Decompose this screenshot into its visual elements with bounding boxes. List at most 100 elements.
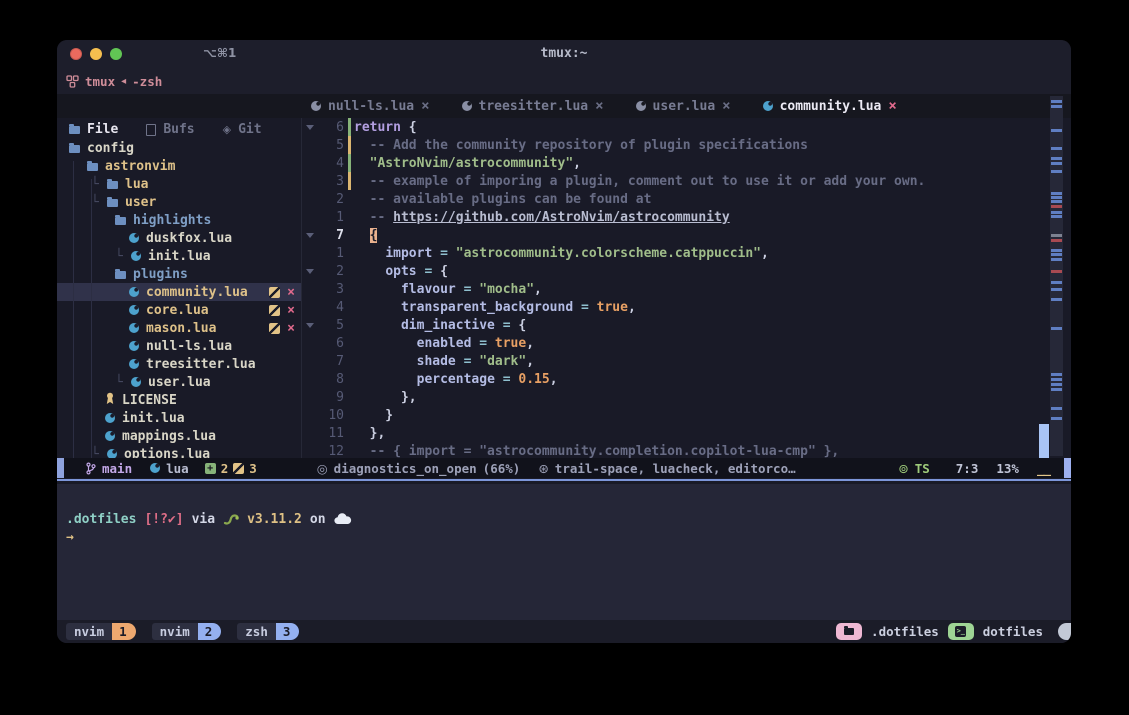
- tree-item-label: config: [87, 141, 134, 156]
- buffer-tab-treesitter.lua[interactable]: treesitter.lua ×: [462, 99, 604, 114]
- line-number: 5: [318, 138, 344, 153]
- shell-pane[interactable]: .dotfiles [!?✔] via v3.11.2 on →: [57, 484, 1071, 620]
- code-line[interactable]: 1 -- https://github.com/AstroNvim/astroc…: [302, 208, 1071, 226]
- lua-icon: [105, 413, 115, 423]
- git-branch-segment[interactable]: main: [86, 461, 132, 476]
- tree-item-config[interactable]: config: [57, 139, 301, 157]
- line-number: 1: [318, 210, 344, 225]
- folder-icon: [115, 217, 126, 225]
- code-token: {: [370, 228, 378, 243]
- close-icon[interactable]: ×: [722, 101, 730, 111]
- code-token: =: [573, 300, 596, 315]
- tree-item-lua[interactable]: └lua: [57, 175, 301, 193]
- tree-item-options.lua[interactable]: └options.lua: [57, 445, 301, 458]
- tree-connector: └: [115, 249, 124, 264]
- scrollbar-mark: [1051, 249, 1062, 252]
- tree-item-user.lua[interactable]: └user.lua: [57, 373, 301, 391]
- code-line[interactable]: 2 opts = {: [302, 262, 1071, 280]
- tree-connector: └: [115, 375, 124, 390]
- buffer-tab-community.lua[interactable]: community.lua×: [763, 99, 897, 114]
- code-text: opts = {: [354, 264, 448, 279]
- code-line[interactable]: 1 import = "astrocommunity.colorscheme.c…: [302, 244, 1071, 262]
- close-icon[interactable]: ×: [888, 101, 896, 111]
- tree-item-astronvim[interactable]: astronvim: [57, 157, 301, 175]
- scrollbar-mark: [1051, 234, 1062, 237]
- tmux-window-index: 1: [112, 623, 136, 640]
- code-line[interactable]: 3 flavour = "mocha",: [302, 280, 1071, 298]
- buffer-tab-label: treesitter.lua: [479, 99, 589, 114]
- tree-item-mason.lua[interactable]: mason.lua×: [57, 319, 301, 337]
- tmux-window-nvim-2[interactable]: nvim2: [152, 623, 222, 640]
- code-token: [354, 300, 401, 315]
- tree-item-community.lua[interactable]: community.lua×: [57, 283, 301, 301]
- code-line[interactable]: 7 shade = "dark",: [302, 352, 1071, 370]
- sidebar-tab-file[interactable]: File: [69, 122, 118, 137]
- terminal-window: ⌥⌘1 tmux:~ tmux ◂ -zsh null-ls.lua×trees…: [57, 40, 1071, 643]
- code-line[interactable]: 5 -- Add the community repository of plu…: [302, 136, 1071, 154]
- scrollbar-mark: [1051, 407, 1062, 410]
- scrollbar-mark: [1051, 192, 1062, 195]
- tree-item-null-ls.lua[interactable]: null-ls.lua: [57, 337, 301, 355]
- code-line[interactable]: 11 },: [302, 424, 1071, 442]
- tree-item-init.lua[interactable]: └init.lua: [57, 247, 301, 265]
- code-token: [354, 354, 417, 369]
- fold-column[interactable]: [302, 323, 318, 328]
- code-line[interactable]: 8 percentage = 0.15,: [302, 370, 1071, 388]
- lua-icon: [129, 323, 139, 333]
- code-token: [354, 228, 370, 243]
- tree-item-plugins[interactable]: plugins: [57, 265, 301, 283]
- scrollbar-thumb[interactable]: [1039, 424, 1049, 458]
- tree-item-label: astronvim: [105, 159, 175, 174]
- code-line[interactable]: 3 -- example of imporing a plugin, comme…: [302, 172, 1071, 190]
- fold-column[interactable]: [302, 125, 318, 130]
- lua-icon: [129, 233, 139, 243]
- gitsign-mark: [348, 172, 351, 190]
- code-line[interactable]: 12 -- { import = "astrocommunity.complet…: [302, 442, 1071, 458]
- code-text: transparent_background = true,: [354, 300, 636, 315]
- tmux-window-name[interactable]: -zsh: [132, 74, 162, 89]
- terminal-icon-pill: >_: [948, 623, 974, 640]
- scrollbar-mark: [1051, 327, 1062, 330]
- scrollbar-marks-column[interactable]: [1050, 96, 1063, 456]
- lua-icon: [150, 463, 160, 473]
- sidebar-tab-bufs[interactable]: Bufs: [146, 122, 194, 137]
- unstaged-icon: ×: [287, 285, 295, 300]
- code-line[interactable]: 2 -- available plugins can be found at: [302, 190, 1071, 208]
- code-editor[interactable]: 6return {5 -- Add the community reposito…: [302, 118, 1071, 458]
- fold-column[interactable]: [302, 269, 318, 274]
- code-line[interactable]: 5 dim_inactive = {: [302, 316, 1071, 334]
- code-line[interactable]: 6 enabled = true,: [302, 334, 1071, 352]
- tree-item-LICENSE[interactable]: LICENSE: [57, 391, 301, 409]
- fold-chevron-icon[interactable]: [306, 233, 314, 238]
- fold-chevron-icon[interactable]: [306, 269, 314, 274]
- code-line[interactable]: 4 transparent_background = true,: [302, 298, 1071, 316]
- sidebar-tab-git[interactable]: ◈Git: [223, 122, 262, 137]
- formatters-segment[interactable]: ⊛ trail-space, luacheck, editorco…: [538, 461, 795, 476]
- lua-icon: [462, 101, 472, 111]
- tmux-session-name[interactable]: tmux: [85, 74, 115, 89]
- tree-item-mappings.lua[interactable]: mappings.lua: [57, 427, 301, 445]
- tree-item-label: options.lua: [124, 447, 210, 459]
- tmux-window-zsh-3[interactable]: zsh3: [237, 623, 299, 640]
- tree-item-init.lua[interactable]: init.lua: [57, 409, 301, 427]
- fold-chevron-icon[interactable]: [306, 323, 314, 328]
- tree-item-user[interactable]: └user: [57, 193, 301, 211]
- code-text: },: [354, 426, 385, 441]
- fold-chevron-icon[interactable]: [306, 125, 314, 130]
- code-line[interactable]: 4 "AstroNvim/astrocommunity",: [302, 154, 1071, 172]
- code-line[interactable]: 7 {: [302, 226, 1071, 244]
- tree-item-duskfox.lua[interactable]: duskfox.lua: [57, 229, 301, 247]
- tree-item-core.lua[interactable]: core.lua×: [57, 301, 301, 319]
- tree-item-treesitter.lua[interactable]: treesitter.lua: [57, 355, 301, 373]
- close-icon[interactable]: ×: [421, 101, 429, 111]
- code-line[interactable]: 9 },: [302, 388, 1071, 406]
- diagnostics-segment[interactable]: ◎ diagnostics_on_open (66%): [317, 461, 521, 476]
- code-line[interactable]: 6return {: [302, 118, 1071, 136]
- tmux-window-nvim-1[interactable]: nvim1: [66, 623, 136, 640]
- buffer-tab-null-ls.lua[interactable]: null-ls.lua×: [311, 99, 430, 114]
- fold-column[interactable]: [302, 233, 318, 238]
- close-icon[interactable]: ×: [595, 101, 603, 111]
- buffer-tab-user.lua[interactable]: user.lua×: [636, 99, 731, 114]
- code-line[interactable]: 10 }: [302, 406, 1071, 424]
- tree-item-highlights[interactable]: highlights: [57, 211, 301, 229]
